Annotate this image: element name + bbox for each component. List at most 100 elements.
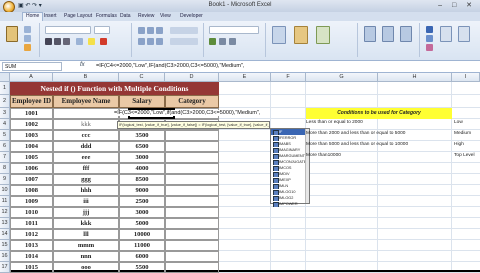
borders-icon[interactable] bbox=[76, 38, 83, 45]
row-header-16[interactable]: 16 bbox=[0, 251, 10, 262]
window-controls[interactable]: ‒ □ ✕ bbox=[438, 1, 476, 9]
font-color-icon[interactable] bbox=[100, 38, 107, 45]
function-autocomplete-list[interactable]: IF IFERROR IMABS IMAGINARY IMARGUMENT IMCONJU… bbox=[270, 128, 310, 207]
row-header-14[interactable]: 14 bbox=[0, 229, 10, 240]
condition-text[interactable]: More than 2000 and less than or equal to… bbox=[306, 131, 405, 136]
column-header-h[interactable]: H bbox=[378, 73, 452, 82]
cell-salary[interactable]: 2500 bbox=[119, 196, 165, 207]
name-box[interactable]: SUM bbox=[2, 62, 62, 71]
cell-id[interactable]: 1008 bbox=[10, 185, 53, 196]
conditional-formatting-icon[interactable] bbox=[272, 26, 286, 44]
condition-text[interactable]: More than 5000 and less than or equal to… bbox=[306, 142, 408, 147]
condition-value[interactable]: Low bbox=[454, 120, 463, 125]
cell-salary[interactable]: 5000 bbox=[119, 218, 165, 229]
cell-id[interactable]: 1010 bbox=[10, 207, 53, 218]
cell-salary[interactable]: 10000 bbox=[119, 229, 165, 240]
row-header-11[interactable]: 11 bbox=[0, 196, 10, 207]
cell-edit-text[interactable]: =IF(C3<=2000,"Low",if(and(C3>2000,C3<=50… bbox=[113, 110, 262, 116]
cell-name[interactable]: hhh bbox=[53, 185, 119, 196]
cell-salary[interactable]: 3500 bbox=[119, 130, 165, 141]
cell-id[interactable]: 1009 bbox=[10, 196, 53, 207]
italic-icon[interactable] bbox=[54, 38, 61, 45]
row-header-9[interactable]: 9 bbox=[0, 174, 10, 185]
sort-filter-icon[interactable] bbox=[440, 26, 452, 42]
cell-name[interactable]: ccc bbox=[53, 130, 119, 141]
row-header-5[interactable]: 5 bbox=[0, 130, 10, 141]
cell-id[interactable]: 1007 bbox=[10, 174, 53, 185]
row-header-3[interactable]: 3 bbox=[0, 108, 10, 119]
cell-name[interactable]: nnn bbox=[53, 251, 119, 262]
row-header-8[interactable]: 8 bbox=[0, 163, 10, 174]
cell-name[interactable]: fff bbox=[53, 163, 119, 174]
condition-value[interactable]: Top Level bbox=[454, 153, 475, 158]
format-as-table-icon[interactable] bbox=[294, 26, 308, 44]
cell-id[interactable]: 1003 bbox=[10, 130, 53, 141]
tab-home[interactable]: Home bbox=[22, 12, 44, 21]
column-header-e[interactable]: E bbox=[219, 73, 271, 82]
align-center-icon[interactable] bbox=[147, 38, 154, 45]
condition-value[interactable]: Medium bbox=[454, 131, 471, 136]
tab-view[interactable]: View bbox=[160, 13, 171, 19]
cell-id[interactable]: 1004 bbox=[10, 141, 53, 152]
fx-icon[interactable]: fx bbox=[80, 62, 85, 68]
align-left-icon[interactable] bbox=[138, 38, 145, 45]
row-header-13[interactable]: 13 bbox=[0, 218, 10, 229]
autocomplete-scrollbar[interactable] bbox=[305, 129, 309, 203]
condition-text[interactable]: Less than or equal to 2000 bbox=[306, 120, 363, 125]
column-header-i[interactable]: I bbox=[452, 73, 480, 82]
merge-center-button[interactable] bbox=[170, 38, 198, 45]
tab-developer[interactable]: Developer bbox=[180, 13, 203, 19]
cell-name[interactable] bbox=[53, 108, 119, 119]
row-header-2[interactable]: 2 bbox=[0, 95, 10, 108]
wrap-text-button[interactable] bbox=[170, 27, 198, 34]
autosum-icon[interactable] bbox=[426, 26, 433, 33]
column-header-d[interactable]: D bbox=[165, 73, 219, 82]
cell-salary[interactable]: 6500 bbox=[119, 141, 165, 152]
row-header-7[interactable]: 7 bbox=[0, 152, 10, 163]
row-header-15[interactable]: 15 bbox=[0, 240, 10, 251]
cell-id[interactable]: 1005 bbox=[10, 152, 53, 163]
cell-name[interactable]: iii bbox=[53, 196, 119, 207]
cell-styles-icon[interactable] bbox=[316, 26, 330, 44]
font-name-select[interactable] bbox=[45, 26, 91, 34]
fill-color-icon[interactable] bbox=[88, 38, 95, 45]
cut-icon[interactable] bbox=[24, 26, 31, 33]
row-header-6[interactable]: 6 bbox=[0, 141, 10, 152]
cell-name[interactable]: lll bbox=[53, 229, 119, 240]
paste-icon[interactable] bbox=[6, 26, 18, 42]
cell-salary[interactable]: 3000 bbox=[119, 207, 165, 218]
cell-salary[interactable]: 5500 bbox=[119, 262, 165, 273]
cell-name[interactable]: mmm bbox=[53, 240, 119, 251]
format-cells-icon[interactable] bbox=[400, 26, 412, 42]
cell-salary[interactable]: 9000 bbox=[119, 185, 165, 196]
cell-id[interactable]: 1015 bbox=[10, 262, 53, 273]
cell-id[interactable]: 1011 bbox=[10, 218, 53, 229]
currency-icon[interactable] bbox=[209, 38, 216, 45]
underline-icon[interactable] bbox=[63, 38, 70, 45]
cell-id[interactable]: 1013 bbox=[10, 240, 53, 251]
find-select-icon[interactable] bbox=[458, 26, 470, 42]
insert-cells-icon[interactable] bbox=[364, 26, 376, 42]
bold-icon[interactable] bbox=[45, 38, 52, 45]
fill-icon[interactable] bbox=[426, 35, 433, 42]
font-size-select[interactable] bbox=[94, 26, 110, 34]
tab-formulas[interactable]: Formulas bbox=[96, 13, 117, 19]
column-header-b[interactable]: B bbox=[53, 73, 119, 82]
cell-name[interactable]: jjj bbox=[53, 207, 119, 218]
column-header-a[interactable]: A bbox=[10, 73, 53, 82]
align-middle-icon[interactable] bbox=[147, 27, 154, 34]
cell-salary[interactable]: 8500 bbox=[119, 174, 165, 185]
row-header-12[interactable]: 12 bbox=[0, 207, 10, 218]
cell-id[interactable]: 1001 bbox=[10, 108, 53, 119]
column-header-g[interactable]: G bbox=[306, 73, 378, 82]
cell-name[interactable]: ddd bbox=[53, 141, 119, 152]
row-header-1[interactable]: 1 bbox=[0, 82, 10, 95]
copy-icon[interactable] bbox=[24, 35, 31, 42]
cell-salary[interactable]: 6000 bbox=[119, 251, 165, 262]
cell-name[interactable]: kkk bbox=[53, 218, 119, 229]
percent-icon[interactable] bbox=[219, 38, 226, 45]
row-header-10[interactable]: 10 bbox=[0, 185, 10, 196]
cell-name[interactable]: ooo bbox=[53, 262, 119, 273]
cell-name[interactable]: kkk bbox=[53, 119, 119, 130]
condition-value[interactable]: High bbox=[454, 142, 464, 147]
